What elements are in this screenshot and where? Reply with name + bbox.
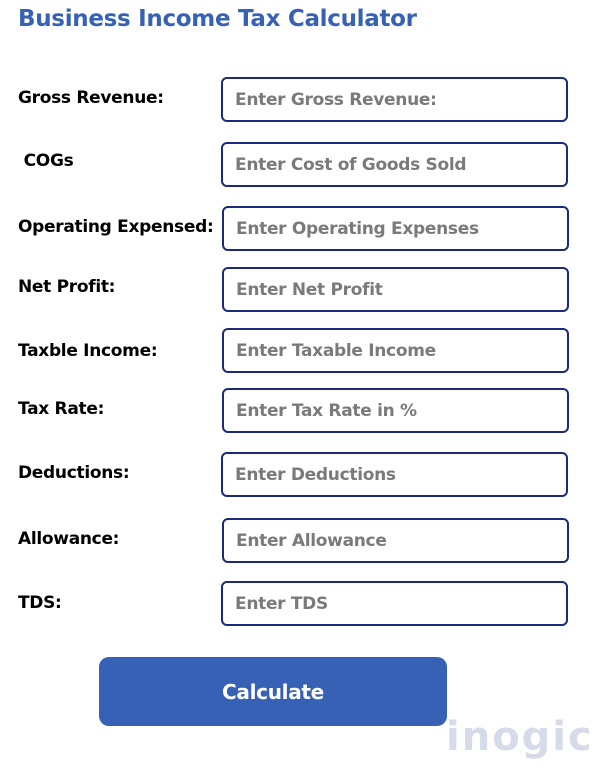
- cogs-input[interactable]: [221, 142, 568, 187]
- deductions-label: Deductions:: [18, 463, 130, 483]
- taxable-income-label: Taxble Income:: [18, 341, 158, 361]
- tds-input[interactable]: [221, 581, 568, 626]
- tax-rate-input[interactable]: [222, 388, 569, 433]
- allowance-input[interactable]: [222, 518, 569, 563]
- deductions-input[interactable]: [221, 452, 568, 497]
- allowance-label: Allowance:: [18, 529, 120, 549]
- operating-expenses-label: Operating Expensed:: [18, 217, 214, 237]
- gross-revenue-input[interactable]: [221, 77, 568, 122]
- tax-rate-label: Tax Rate:: [18, 399, 105, 419]
- calculate-button[interactable]: Calculate: [99, 657, 447, 726]
- cogs-label: COGs: [18, 151, 74, 171]
- gross-revenue-label: Gross Revenue:: [18, 88, 164, 108]
- operating-expenses-input[interactable]: [222, 206, 569, 251]
- net-profit-input[interactable]: [222, 267, 569, 312]
- inogic-watermark-logo: inogic: [446, 714, 594, 760]
- tds-label: TDS:: [18, 593, 62, 613]
- page-title: Business Income Tax Calculator: [18, 6, 417, 32]
- net-profit-label: Net Profit:: [18, 277, 116, 297]
- taxable-income-input[interactable]: [222, 328, 569, 373]
